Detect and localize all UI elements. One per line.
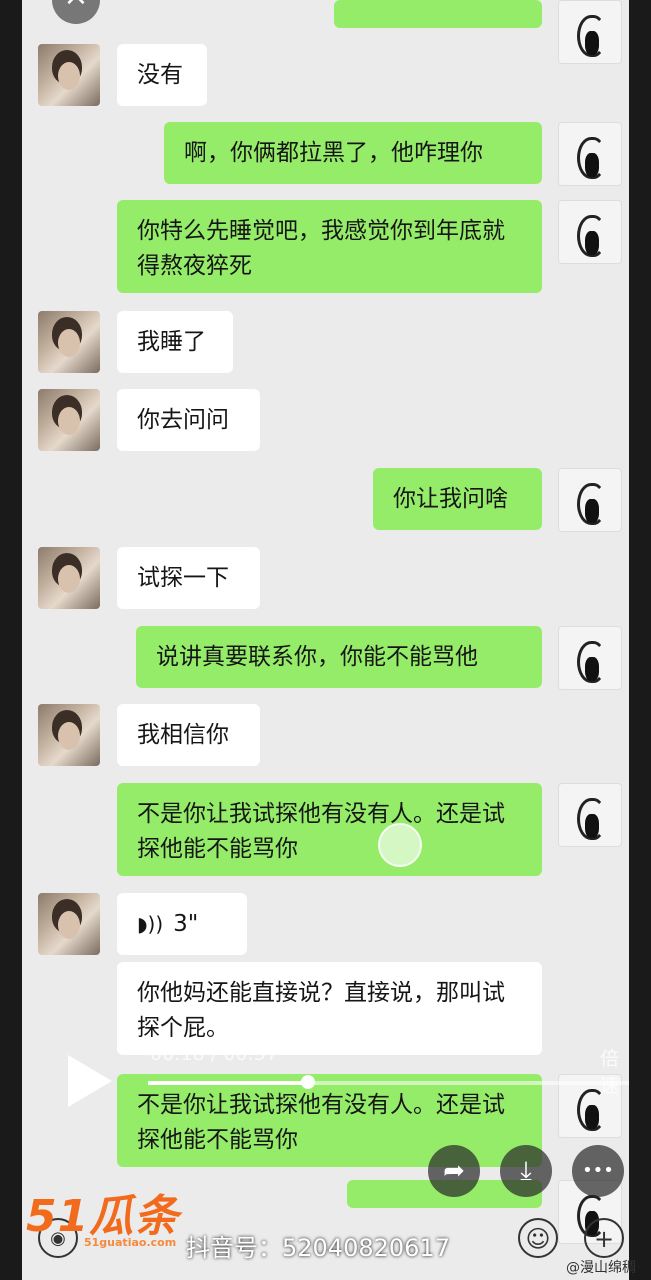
more-icon[interactable]: ••• — [572, 1145, 624, 1197]
logo-text: 51瓜条 — [26, 1191, 180, 1242]
emoji-icon[interactable]: ☺ — [518, 1218, 558, 1258]
contact-avatar[interactable] — [38, 389, 100, 451]
voice-duration: 3" — [173, 911, 199, 937]
message-bubble-right[interactable]: 你让我问啥 — [373, 468, 542, 530]
contact-avatar[interactable] — [38, 547, 100, 609]
contact-avatar[interactable] — [38, 311, 100, 373]
plus-icon[interactable]: + — [584, 1218, 624, 1258]
progress-fill — [148, 1081, 308, 1085]
message-bubble-left[interactable]: 试探一下 — [117, 547, 260, 609]
message-bubble-left[interactable]: 我睡了 — [117, 311, 233, 373]
message-bubble-right[interactable]: 你特么先睡觉吧，我感觉你到年底就得熬夜猝死 — [117, 200, 542, 293]
progress-handle[interactable] — [301, 1075, 315, 1089]
my-avatar[interactable] — [558, 468, 622, 532]
voice-wave-icon: ◗)) — [137, 912, 164, 936]
message-bubble-left[interactable]: 你去问问 — [117, 389, 260, 451]
my-avatar[interactable] — [558, 200, 622, 264]
site-logo: 51瓜条 51guatiao.com — [26, 1180, 179, 1249]
close-icon[interactable]: × — [52, 0, 100, 24]
touch-indicator — [378, 823, 422, 867]
my-avatar[interactable] — [558, 626, 622, 690]
weibo-watermark: @漫山绵稠 — [566, 1260, 636, 1276]
message-bubble-left[interactable]: 你他妈还能直接说？直接说，那叫试探个屁。 — [117, 962, 542, 1055]
play-icon[interactable] — [68, 1055, 112, 1107]
message-bubble-right[interactable]: 啊，你俩都拉黑了，他咋理你 — [164, 122, 542, 184]
contact-avatar[interactable] — [38, 44, 100, 106]
my-avatar[interactable] — [558, 0, 622, 64]
my-avatar[interactable] — [558, 783, 622, 847]
download-icon[interactable]: ⤓ — [500, 1145, 552, 1197]
message-bubble-right[interactable]: 说讲真要联系你，你能不能骂他 — [136, 626, 542, 688]
my-avatar[interactable] — [558, 122, 622, 186]
share-icon[interactable]: ➦ — [428, 1145, 480, 1197]
voice-message-bubble-left[interactable]: ◗)) 3" — [117, 893, 247, 955]
message-bubble-right[interactable]: 不是你让我试探他有没有人。还是试探他能不能骂你 — [117, 1074, 542, 1167]
message-bubble-left[interactable]: 没有 — [117, 44, 207, 106]
douyin-id-watermark: 抖音号：52040820617 — [186, 1234, 450, 1262]
chat-screen: 没有啊，你俩都拉黑了，他咋理你你特么先睡觉吧，我感觉你到年底就得熬夜猝死我睡了你… — [22, 0, 629, 1280]
speed-button[interactable]: 倍速 — [600, 1044, 629, 1098]
contact-avatar[interactable] — [38, 893, 100, 955]
logo-url: 51guatiao.com — [84, 1236, 177, 1249]
message-bubble-right[interactable]: 不是你让我试探他有没有人。还是试探他能不能骂你 — [117, 783, 542, 876]
contact-avatar[interactable] — [38, 704, 100, 766]
message-bubble-left[interactable]: 我相信你 — [117, 704, 260, 766]
video-timestamp: 00:18 / 00:57 — [150, 1043, 278, 1065]
message-bubble-right[interactable] — [334, 0, 542, 28]
